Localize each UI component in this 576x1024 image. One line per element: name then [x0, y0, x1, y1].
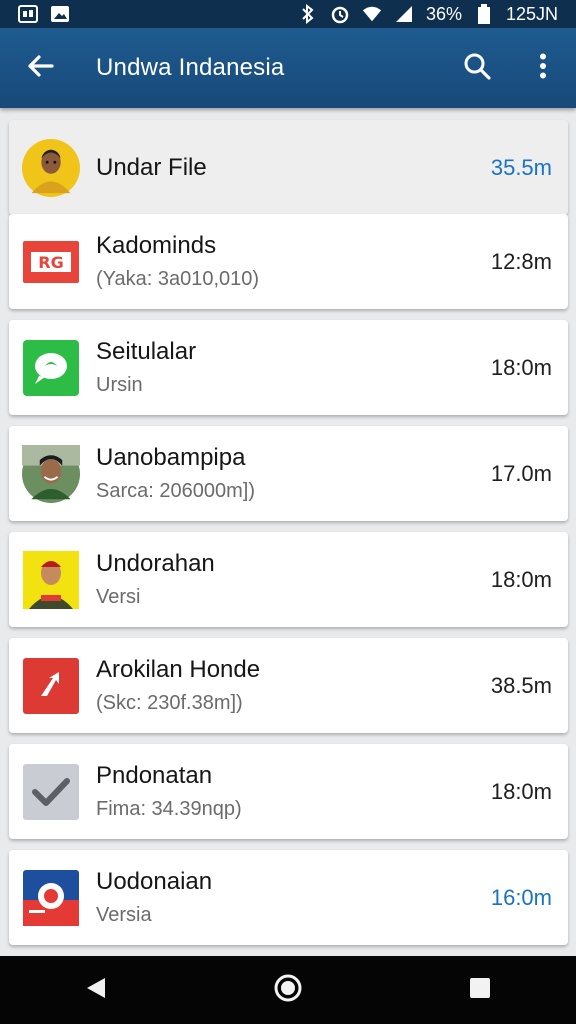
- item-size: 38.5m: [490, 672, 552, 698]
- item-name: Arokilan Honde: [96, 656, 261, 683]
- list-item[interactable]: RG Kadominds (Yaka: 3a010,010) 12:8m: [9, 214, 568, 309]
- item-texts: Uodonaian Versia: [96, 850, 212, 945]
- camera-app-icon: [22, 869, 80, 927]
- item-texts: Uanobampipa Sarca: 206000m]): [96, 426, 255, 521]
- list-item[interactable]: Uodonaian Versia 16:0m: [9, 850, 568, 945]
- image-icon: [50, 4, 70, 24]
- search-button[interactable]: [444, 28, 510, 108]
- nav-home-icon: [274, 974, 302, 1007]
- nav-recents-icon: [469, 977, 491, 1004]
- chat-bubble-icon: [22, 339, 80, 397]
- battery-icon: [474, 4, 494, 24]
- alarm-icon: [330, 4, 350, 24]
- item-subtitle: Ursin: [96, 374, 143, 396]
- back-button[interactable]: [0, 28, 80, 108]
- item-texts: Kadominds (Yaka: 3a010,010): [96, 214, 259, 309]
- item-texts: Arokilan Honde (Skc: 230f.38m]): [96, 638, 260, 733]
- item-name: Seitulalar: [96, 338, 197, 365]
- item-subtitle: Fima: 34.39nqp): [96, 798, 242, 820]
- status-time: 125JN: [505, 3, 558, 24]
- wifi-icon: [362, 4, 382, 24]
- item-subtitle: Versia: [96, 904, 152, 926]
- list-item[interactable]: Undorahan Versi 18:0m: [9, 532, 568, 627]
- item-subtitle: (Skc: 230f.38m]): [96, 692, 243, 714]
- item-size: 18:0m: [490, 354, 552, 380]
- back-arrow-icon: [26, 54, 54, 83]
- list-item[interactable]: Arokilan Honde (Skc: 230f.38m]) 38.5m: [9, 638, 568, 733]
- item-name: Uodonaian: [96, 868, 213, 895]
- list-item[interactable]: Pndonatan Fima: 34.39nqp) 18:0m: [9, 744, 568, 839]
- item-size: 16:0m: [490, 884, 552, 910]
- item-name: Undorahan: [96, 550, 215, 577]
- item-size: 17.0m: [490, 460, 552, 486]
- item-texts: Undorahan Versi: [96, 532, 215, 627]
- person-yellow-icon: [22, 550, 80, 609]
- item-name: Uanobampipa: [96, 444, 246, 471]
- status-right: 36% 125JN: [298, 4, 558, 25]
- svg-text:RG: RG: [38, 253, 63, 272]
- nav-back-button[interactable]: [56, 956, 136, 1024]
- list-item[interactable]: Seitulalar Ursin 18:0m: [9, 320, 568, 415]
- more-options-button[interactable]: [510, 28, 576, 108]
- file-list: Undar File 35.5m RG Kadominds (Yaka: 3a0…: [0, 108, 576, 956]
- nav-back-icon: [85, 976, 107, 1005]
- bluetooth-icon: [298, 4, 318, 24]
- item-name: Pndonatan: [96, 762, 213, 789]
- item-size: 18:0m: [490, 778, 552, 804]
- item-texts: Seitulalar Ursin: [96, 320, 196, 415]
- list-item[interactable]: Undar File 35.5m: [9, 120, 568, 215]
- item-texts: Pndonatan Fima: 34.39nqp): [96, 744, 242, 839]
- signal-icon: [394, 4, 414, 24]
- status-bar: 36% 125JN: [0, 0, 576, 28]
- nav-home-button[interactable]: [248, 956, 328, 1024]
- red-arrow-icon: [22, 657, 80, 715]
- item-size: 35.5m: [490, 154, 552, 180]
- person-avatar-icon: [22, 138, 80, 197]
- red-logo-icon: RG: [22, 233, 80, 291]
- item-subtitle: (Yaka: 3a010,010): [96, 268, 260, 290]
- more-vert-icon: [539, 53, 547, 84]
- status-left: [18, 4, 70, 24]
- app-bar: Undwa Indanesia: [0, 28, 576, 108]
- battery-percent: 36%: [425, 3, 462, 24]
- item-size: 12:8m: [490, 248, 552, 274]
- nav-recents-button[interactable]: [440, 956, 520, 1024]
- list-item[interactable]: Uanobampipa Sarca: 206000m]) 17.0m: [9, 426, 568, 521]
- item-texts: Undar File: [96, 120, 207, 215]
- search-icon: [463, 52, 491, 85]
- person-photo-icon: [22, 444, 80, 503]
- item-size: 18:0m: [490, 566, 552, 592]
- system-nav-bar: [0, 956, 576, 1024]
- item-name: Undar File: [96, 153, 207, 181]
- item-name: Kadominds: [96, 232, 217, 259]
- page-title: Undwa Indanesia: [96, 54, 285, 81]
- item-subtitle: Versi: [96, 586, 141, 608]
- photo-icon: [18, 4, 38, 24]
- checkbox-icon: [22, 763, 80, 821]
- item-subtitle: Sarca: 206000m]): [96, 480, 255, 502]
